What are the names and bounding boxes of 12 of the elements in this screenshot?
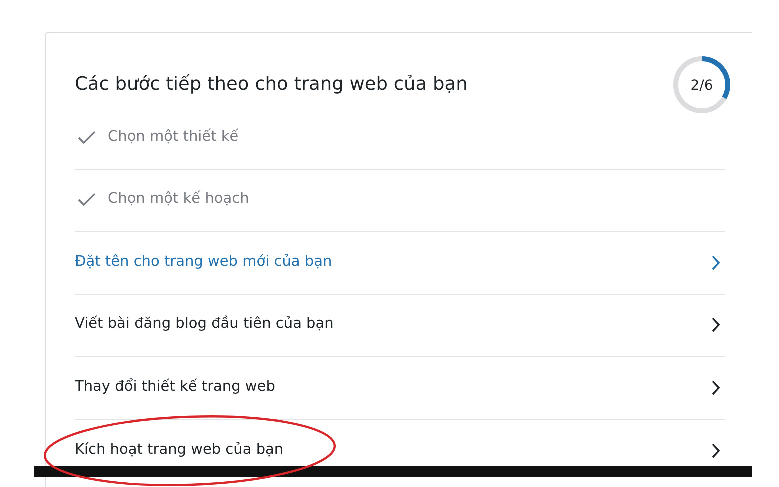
check-icon	[78, 193, 96, 208]
card-title: Các bước tiếp theo cho trang web của bạn	[75, 74, 468, 96]
chevron-right-icon[interactable]	[711, 380, 721, 396]
progress-ring: 2/6	[671, 54, 733, 116]
check-icon	[78, 130, 96, 145]
step-link[interactable]: Đặt tên cho trang web mới của bạn	[75, 252, 332, 274]
completed-step-label: Chọn một thiết kế	[108, 128, 239, 147]
chevron-right-icon[interactable]	[711, 317, 721, 334]
step-link[interactable]: Thay đổi thiết kế trang web	[75, 376, 276, 399]
step-link[interactable]: Viết bài đăng blog đầu tiên của bạn	[75, 314, 334, 336]
chevron-right-icon[interactable]	[711, 442, 721, 459]
completed-step-label: Chọn một kế hoạch	[108, 190, 250, 210]
